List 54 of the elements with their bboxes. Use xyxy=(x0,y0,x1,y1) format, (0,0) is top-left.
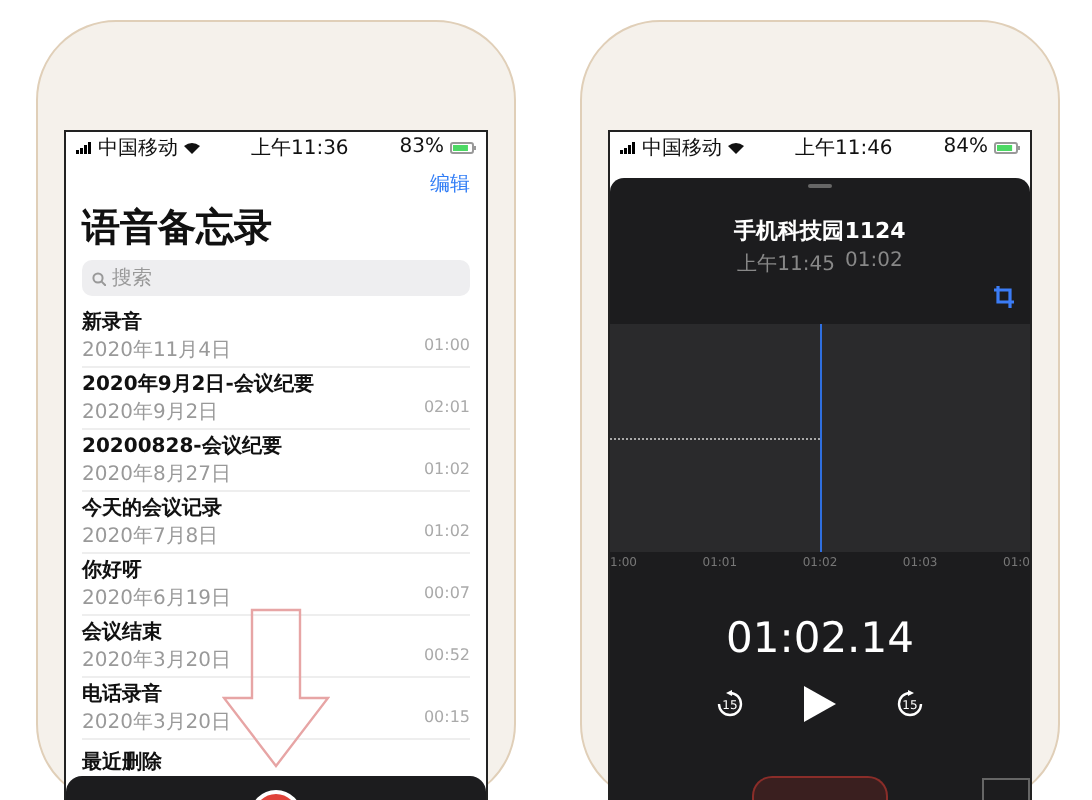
battery-icon xyxy=(994,141,1020,153)
recording-title: 电话录音 xyxy=(82,680,162,708)
recording-title: 新录音 xyxy=(82,308,142,336)
crop-icon[interactable] xyxy=(994,286,1014,308)
recording-duration: 01:02 xyxy=(423,460,470,482)
recording-title: 你好呀 xyxy=(82,557,142,584)
recording-title: 20200828-会议纪要 xyxy=(82,433,282,460)
recording-date: 2020年11月4日 xyxy=(82,338,232,364)
wifi-icon xyxy=(728,141,744,153)
recording-duration: 01:02 xyxy=(423,522,470,544)
wifi-icon xyxy=(184,141,200,153)
list-button[interactable] xyxy=(982,778,1030,800)
recording-row[interactable]: 电话录音 2020年3月20日 00:15 xyxy=(82,678,470,740)
battery-label: 84% xyxy=(943,136,988,158)
elapsed-time: 01:02.14 xyxy=(726,614,914,662)
clock-label: 上午11:46 xyxy=(794,135,893,161)
carrier-label: 中国移动 xyxy=(642,135,722,161)
folder-title[interactable]: 最近删除 xyxy=(82,748,162,776)
recording-title: 会议结束 xyxy=(82,619,162,646)
recording-title: 今天的会议记录 xyxy=(82,495,222,522)
recording-duration: 02:01 xyxy=(423,398,470,420)
recording-date: 2020年6月19日 xyxy=(82,586,232,612)
search-icon xyxy=(92,272,106,286)
clock-label: 上午11:36 xyxy=(250,135,349,161)
recording-row[interactable]: 会议结束 2020年3月20日 00:52 xyxy=(82,616,470,678)
recording-length: 01:02 xyxy=(845,250,903,276)
recording-duration: 01:00 xyxy=(423,336,470,358)
recording-date: 2020年7月8日 xyxy=(82,524,219,550)
signal-icon xyxy=(76,141,92,153)
recording-time: 上午11:45 xyxy=(737,251,835,278)
carrier-label: 中国移动 xyxy=(98,135,178,161)
recording-duration: 00:52 xyxy=(423,646,470,668)
play-button[interactable] xyxy=(804,686,836,722)
recording-row[interactable]: 2020年9月2日-会议纪要 2020年9月2日 02:01 xyxy=(82,368,470,430)
recording-duration: 00:07 xyxy=(423,584,470,606)
recording-date: 2020年8月27日 xyxy=(82,462,232,488)
battery-label: 83% xyxy=(399,136,444,158)
recording-row[interactable]: 你好呀 2020年6月19日 00:07 xyxy=(82,554,470,616)
search-field[interactable]: 搜索 xyxy=(82,260,470,296)
recording-row[interactable]: 新录音 2020年11月4日 01:00 xyxy=(82,306,470,368)
recording-row[interactable]: 今天的会议记录 2020年7月8日 01:02 xyxy=(82,492,470,554)
edit-link[interactable]: 编辑 xyxy=(430,170,470,198)
recording-duration: 00:15 xyxy=(423,708,470,730)
battery-icon xyxy=(450,141,476,153)
recording-row[interactable]: 20200828-会议纪要 2020年8月27日 01:02 xyxy=(82,430,470,492)
recording-date: 2020年9月2日 xyxy=(82,400,219,426)
recording-date: 2020年3月20日 xyxy=(82,648,232,674)
recording-date: 2020年3月20日 xyxy=(82,710,232,736)
recording-title: 2020年9月2日-会议纪要 xyxy=(82,371,314,398)
sheet-handle[interactable] xyxy=(808,184,832,188)
signal-icon xyxy=(620,141,636,153)
record-button[interactable] xyxy=(752,776,888,800)
recording-title: 手机科技园1124 xyxy=(734,216,906,246)
page-title: 语音备忘录 xyxy=(82,204,274,254)
